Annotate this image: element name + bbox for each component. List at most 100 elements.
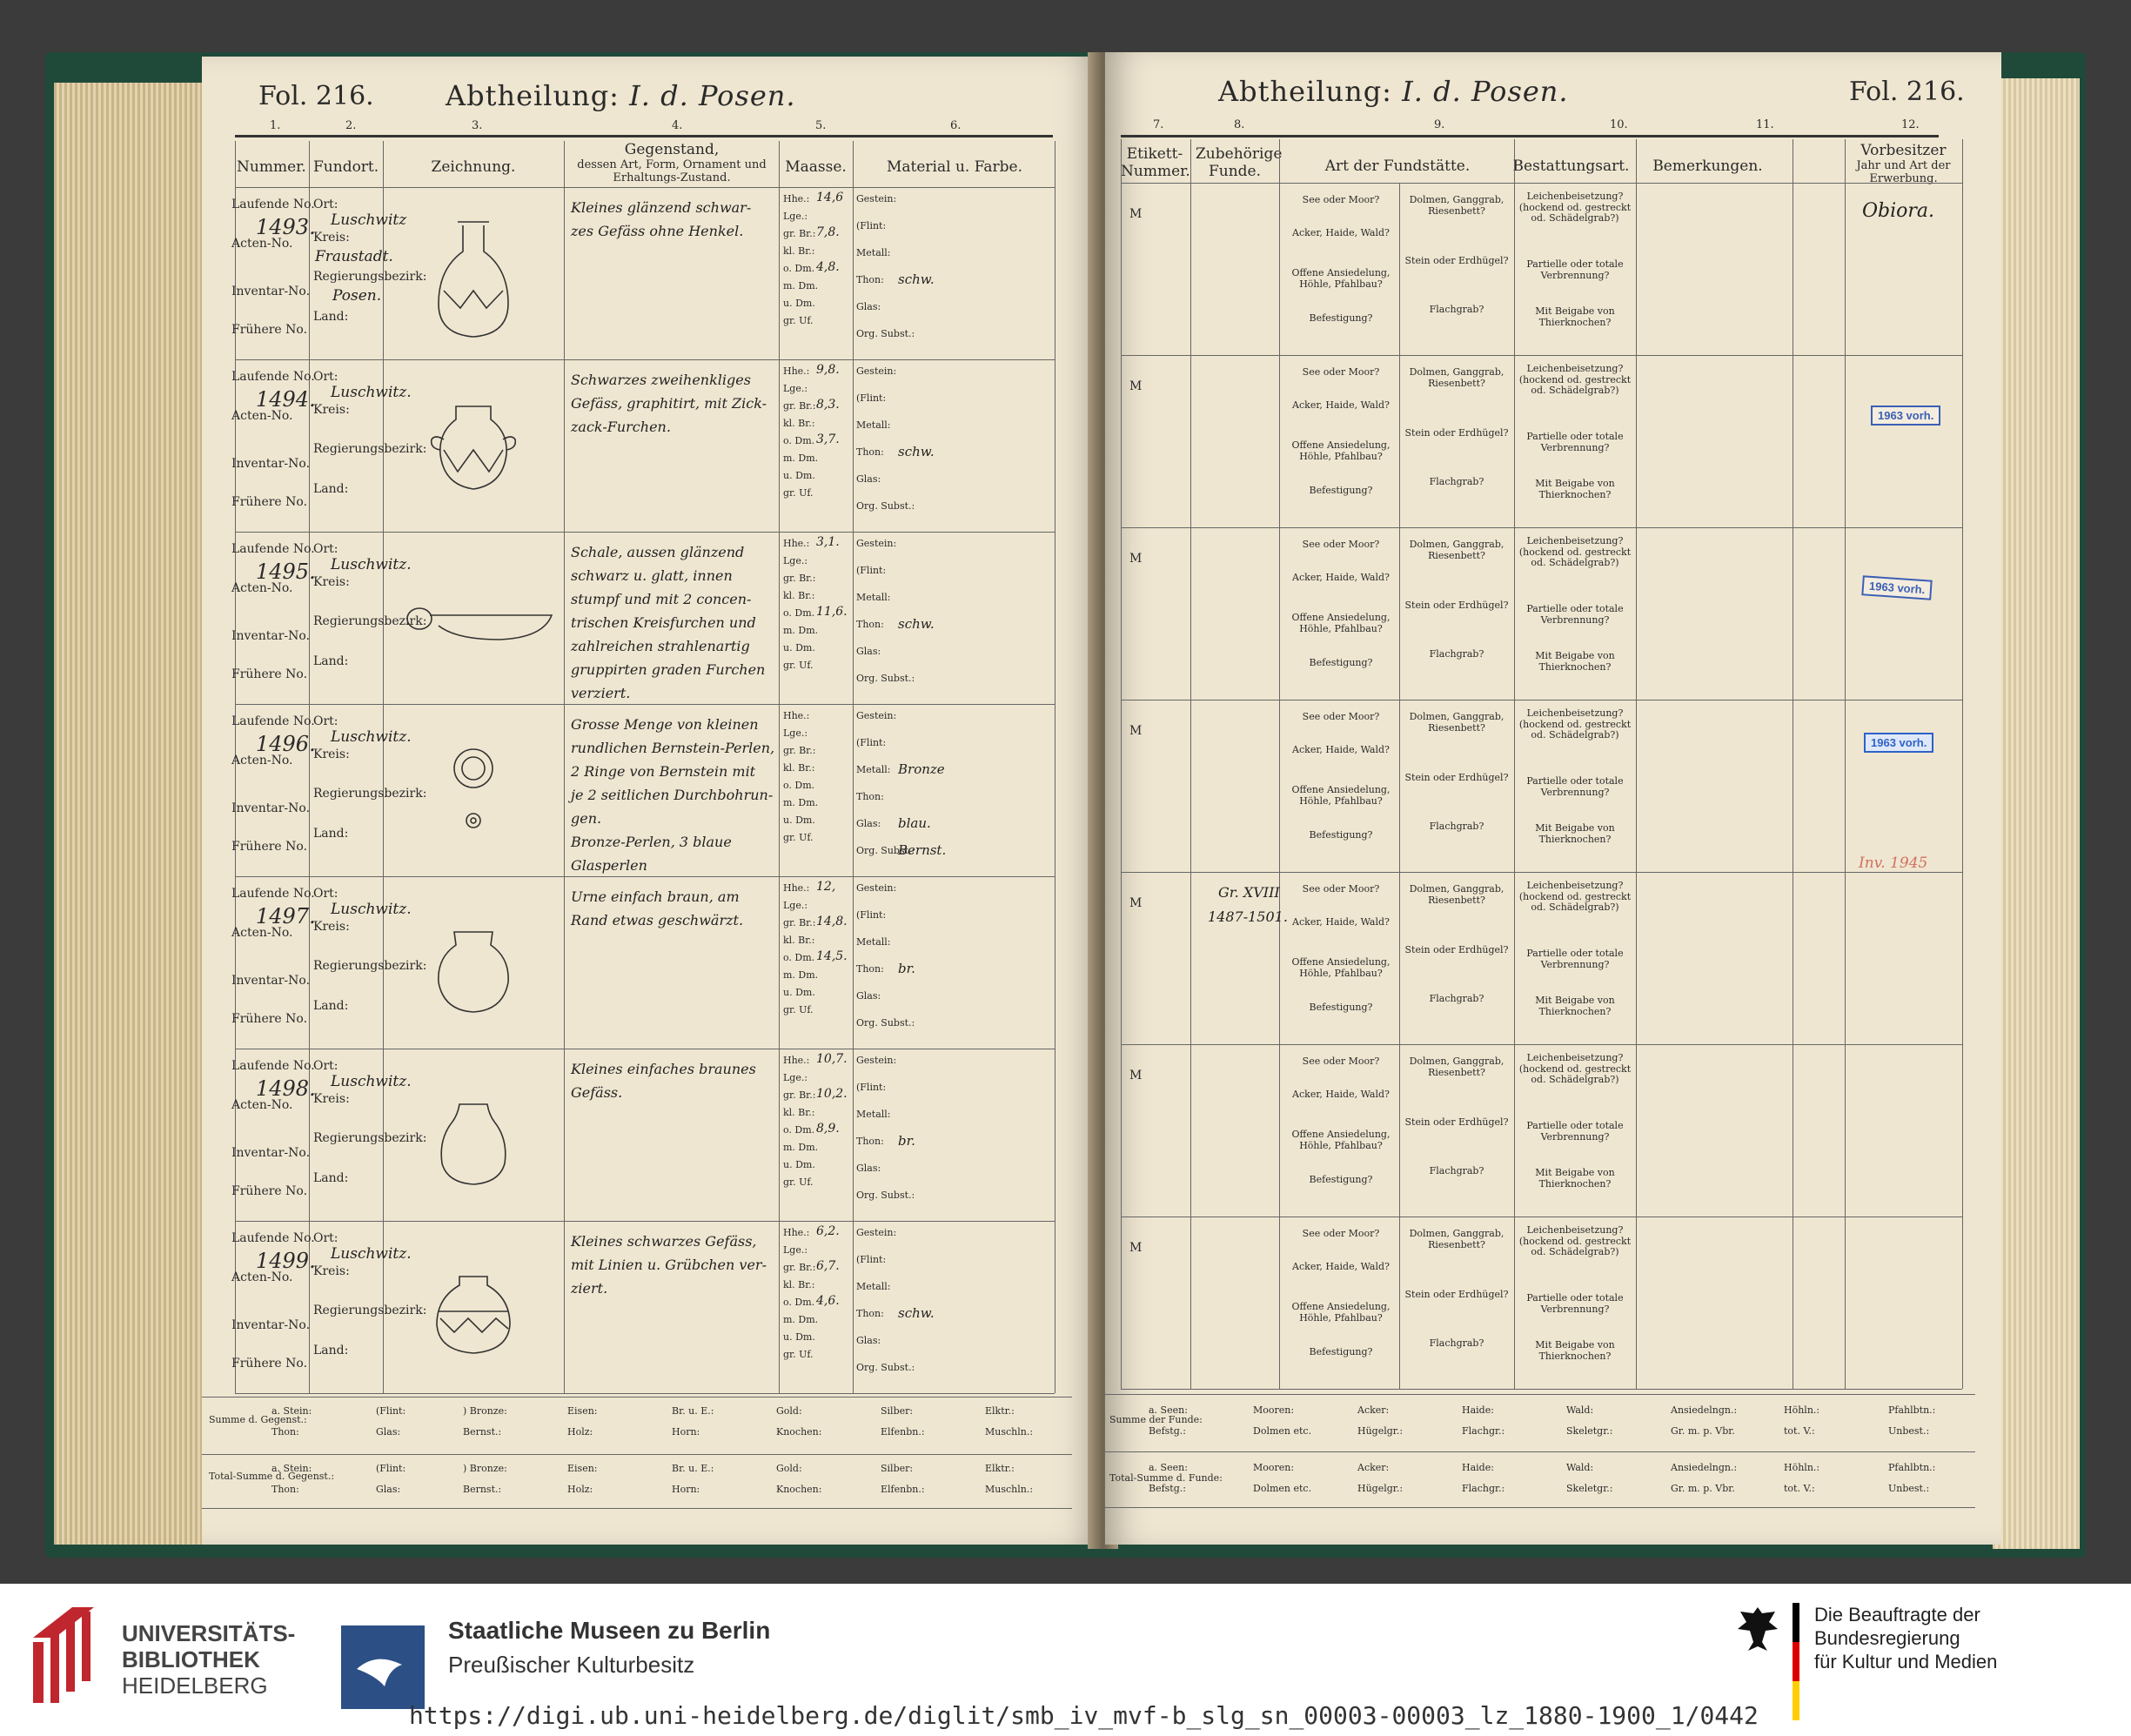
object-description: Kleines glänzend schwar-zes Gefäss ohne … xyxy=(571,196,784,243)
description-line: gruppirten graden Furchen xyxy=(571,661,766,678)
measure-label: Hhe.: xyxy=(783,710,810,721)
material-label: Thon: xyxy=(856,1308,884,1319)
fundstaette-option: Dolmen, Ganggrab, Riesenbett? xyxy=(1409,194,1504,217)
label-ort: Ort: xyxy=(313,1059,338,1073)
measure-value: 8,9. xyxy=(816,1122,840,1136)
measure-value: 14,5. xyxy=(816,949,848,963)
label-acten: Acten-No. xyxy=(231,581,293,595)
etikett-mark: M xyxy=(1129,1241,1143,1255)
fundstaette-option: Acker, Haide, Wald? xyxy=(1292,1261,1390,1272)
description-line: Bronze-Perlen, 3 blaue Glasperlen xyxy=(571,834,732,874)
source-url-link[interactable]: https://digi.ub.uni-heidelberg.de/diglit… xyxy=(409,1701,1759,1730)
material-value: br. xyxy=(898,1133,915,1149)
hdr-gegenstand-sub: dessen Art, Form, Ornament und Erhaltung… xyxy=(577,158,767,184)
material-label: (Flint: xyxy=(856,1254,887,1265)
fundstaette-option: Offene Ansiedelung, Höhle, Pfahlbau? xyxy=(1291,1301,1391,1324)
summary-field: Mooren: xyxy=(1253,1404,1295,1416)
material-label: (Flint: xyxy=(856,909,887,921)
measure-value: 8,3. xyxy=(816,398,840,412)
measure-value: 9,8. xyxy=(816,363,840,377)
summary-field: a. Seen: xyxy=(1149,1462,1188,1473)
description-line: Kleines einfaches braunes xyxy=(571,1061,756,1077)
description-line: rundlichen Bernstein-Perlen, xyxy=(571,740,775,756)
fundort-kreis: Fraustadt. xyxy=(315,248,393,265)
fundstaette-option: Offene Ansiedelung, Höhle, Pfahlbau? xyxy=(1291,612,1391,634)
table-row: M See oder Moor? Acker, Haide, Wald? Offene… xyxy=(1105,700,1975,872)
material-label: Metall: xyxy=(856,764,891,775)
measure-label: Lge.: xyxy=(783,1072,808,1083)
bestattung-option: Mit Beigabe von Thierknochen? xyxy=(1535,650,1615,673)
bestattung-option: Leichenbeisetzung? (hockend od. gestreck… xyxy=(1518,1224,1632,1258)
material-value: schw. xyxy=(898,444,935,459)
column-number: 12. xyxy=(1901,118,1920,131)
summary-field: Höhln.: xyxy=(1784,1404,1820,1416)
ub-line2: BIBLIOTHEK xyxy=(122,1646,260,1672)
hdr-bemerkungen: Bemerkungen. xyxy=(1652,158,1763,175)
object-description: Kleines einfaches braunes Gefäss. xyxy=(571,1057,784,1104)
fundstaette-option: Stein oder Erdhügel? xyxy=(1404,427,1509,439)
fundstaette-option: Stein oder Erdhügel? xyxy=(1404,600,1509,611)
zubehoerige-note: 1487-1501. xyxy=(1208,908,1288,925)
fundstaette-option: Flachgrab? xyxy=(1429,1337,1484,1349)
summary-field: Befstg.: xyxy=(1149,1425,1186,1437)
summary-field: Thon: xyxy=(271,1484,299,1495)
measure-label: Lge.: xyxy=(783,211,808,222)
measure-label: Hhe.: xyxy=(783,1227,810,1238)
smb-logo-icon xyxy=(341,1625,425,1709)
label-laufende: Laufende No. xyxy=(231,370,315,384)
fundstaette-option: See oder Moor? xyxy=(1302,1228,1380,1239)
summary-field: Ansiedelngn.: xyxy=(1671,1404,1738,1416)
measure-label: Lge.: xyxy=(783,727,808,739)
measure-value: 14,6 xyxy=(816,191,844,204)
bestattung-option: Mit Beigabe von Thierknochen? xyxy=(1535,1167,1615,1190)
material-label: Org. Subst.: xyxy=(856,1190,915,1201)
summary-field: Acker: xyxy=(1357,1462,1390,1473)
description-line: Gefäss, graphitirt, mit Zick- xyxy=(571,395,767,412)
column-number: 11. xyxy=(1756,118,1774,131)
smb-subtitle: Preußischer Kulturbesitz xyxy=(448,1652,695,1678)
label-acten: Acten-No. xyxy=(231,1098,293,1112)
fundstaette-option: See oder Moor? xyxy=(1302,1056,1380,1067)
label-kreis: Kreis: xyxy=(313,403,350,417)
fundstaette-option: Acker, Haide, Wald? xyxy=(1292,744,1390,755)
summary-rule xyxy=(1105,1394,1975,1395)
label-acten: Acten-No. xyxy=(231,926,293,940)
description-line: zack-Furchen. xyxy=(571,419,671,435)
measure-label: kl. Br.: xyxy=(783,1279,815,1290)
material-label: Thon: xyxy=(856,274,884,285)
fundstaette-option: Offene Ansiedelung, Höhle, Pfahlbau? xyxy=(1291,784,1391,807)
measure-value: 12, xyxy=(816,880,836,894)
material-label: Metall: xyxy=(856,936,891,948)
label-kreis: Kreis: xyxy=(313,747,350,761)
summary-field: Elktr.: xyxy=(985,1463,1015,1474)
measure-label: gr. Uf. xyxy=(783,832,814,843)
measure-value: 6,7. xyxy=(816,1259,840,1273)
column-number: 4. xyxy=(672,119,683,132)
measure-label: gr. Br.: xyxy=(783,1262,816,1273)
label-fruehere: Frühere No. xyxy=(231,840,308,854)
fundort-regbez: Posen. xyxy=(332,287,382,305)
material-label: Gestein: xyxy=(856,365,897,377)
measure-label: u. Dm. xyxy=(783,1331,815,1343)
table-row: Laufende No. 1495. Acten-No. Inventar-No. Fr… xyxy=(202,532,1072,704)
summary-field: Wald: xyxy=(1566,1404,1594,1416)
left-abtheilung: Abtheilung: I. d. Posen. xyxy=(446,79,796,112)
measure-value: 4,6. xyxy=(816,1294,840,1308)
summary-field: Gold: xyxy=(776,1463,802,1474)
bestattung-option: Leichenbeisetzung? (hockend od. gestreck… xyxy=(1518,191,1632,225)
row-rule xyxy=(235,1393,1055,1394)
measure-label: o. Dm. xyxy=(783,435,815,446)
column-number: 9. xyxy=(1434,118,1445,131)
description-line: gen. xyxy=(571,810,602,827)
measure-label: gr. Br.: xyxy=(783,573,816,584)
ub-line3: HEIDELBERG xyxy=(122,1672,268,1699)
table-row: M See oder Moor? Acker, Haide, Wald? Offene… xyxy=(1105,183,1975,355)
fundstaette-option: See oder Moor? xyxy=(1302,539,1380,550)
hdr-vorbesitzer: Vorbesitzer xyxy=(1860,142,1947,159)
bkm-line1: Die Beauftragte der Bundesregierung xyxy=(1814,1604,1980,1649)
measure-label: o. Dm. xyxy=(783,780,815,791)
object-description: Schale, aussen glänzend schwarz u. glatt,… xyxy=(571,540,784,705)
summary-field: Haide: xyxy=(1462,1404,1494,1416)
label-land: Land: xyxy=(313,310,349,324)
label-kreis: Kreis: xyxy=(313,920,350,934)
